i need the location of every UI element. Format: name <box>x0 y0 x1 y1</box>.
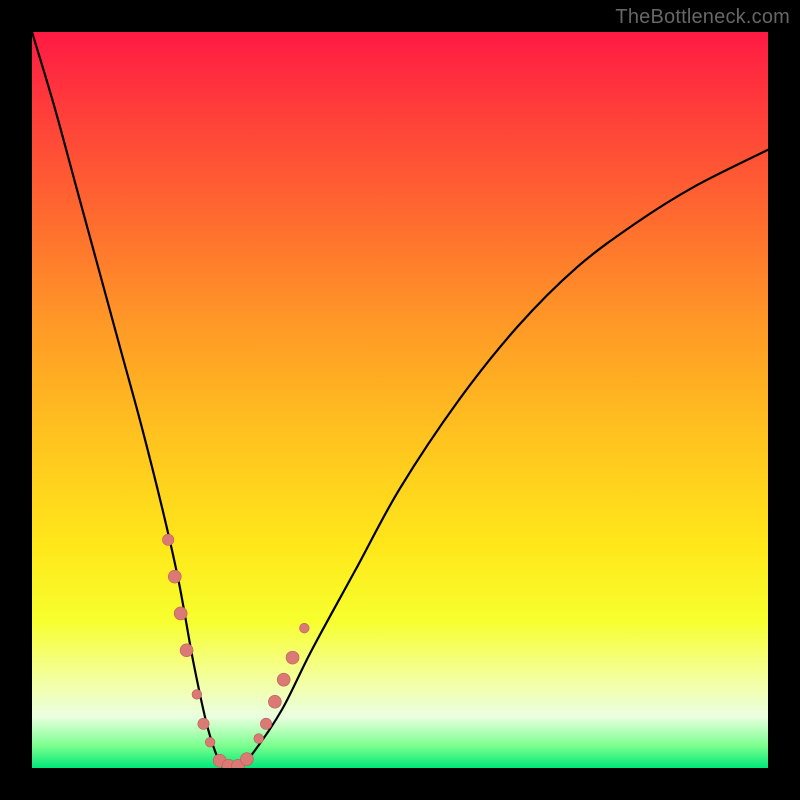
curve-bead <box>299 623 309 633</box>
outer-frame: TheBottleneck.com <box>0 0 800 800</box>
curve-bead <box>162 534 173 545</box>
curve-bead <box>286 651 299 664</box>
bead-group <box>162 534 309 768</box>
curve-bead <box>240 753 253 766</box>
curve-layer <box>32 32 768 768</box>
curve-bead <box>174 607 187 620</box>
curve-bead <box>260 718 271 729</box>
curve-bead <box>205 737 215 747</box>
curve-bead <box>198 718 209 729</box>
curve-bead <box>254 734 264 744</box>
curve-bead <box>192 690 202 700</box>
curve-bead <box>268 695 281 708</box>
watermark-text: TheBottleneck.com <box>615 6 790 29</box>
bottleneck-curve <box>32 32 768 768</box>
plot-area <box>32 32 768 768</box>
curve-bead <box>180 644 193 657</box>
curve-bead <box>168 570 181 583</box>
curve-bead <box>277 673 290 686</box>
